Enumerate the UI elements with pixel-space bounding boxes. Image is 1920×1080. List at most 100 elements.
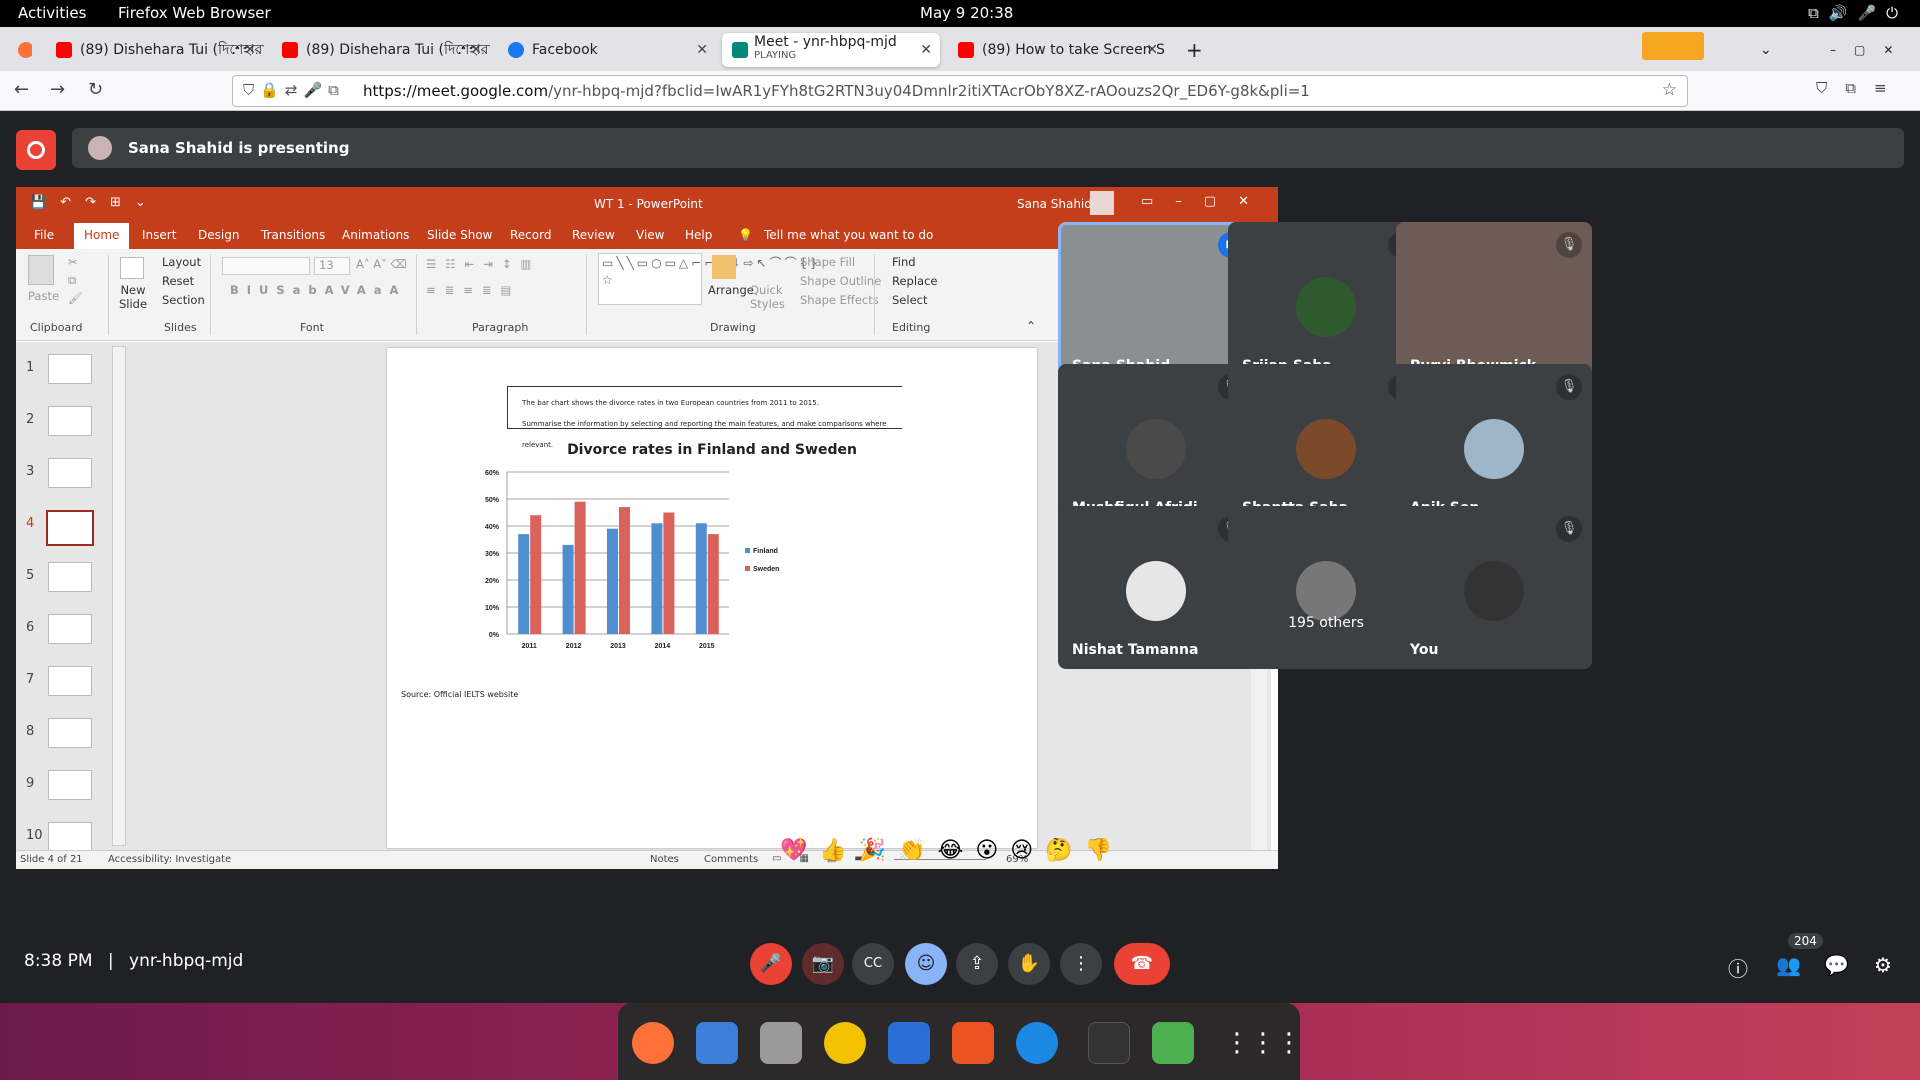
back-icon[interactable]: ← [14, 79, 29, 100]
reaction-emoji[interactable]: 👍 [819, 838, 858, 863]
participant-tile[interactable]: 🎙Nishat Tamanna [1058, 506, 1254, 669]
bookmark-star-icon[interactable]: ☆ [1662, 80, 1677, 100]
participant-tile[interactable]: 🎙Srijan Saha [1228, 222, 1424, 385]
reaction-emoji[interactable]: 😮 [975, 838, 1010, 863]
shape-effects-button[interactable]: Shape Effects [800, 293, 879, 307]
browser-tab[interactable]: Facebook ✕ [498, 33, 716, 67]
font-name-box[interactable] [222, 257, 310, 275]
activities-icon[interactable]: ⚙ [1874, 953, 1892, 977]
url-security-icons[interactable]: ⛉🔒⇄🎤⧉ [243, 81, 345, 99]
replace-button[interactable]: Replace [892, 274, 938, 288]
slide-thumbnail[interactable] [48, 718, 92, 748]
activities-button[interactable]: Activities [18, 4, 86, 22]
user-avatar[interactable] [1090, 191, 1114, 215]
tab-transitions[interactable]: Transitions [261, 228, 325, 242]
reaction-emoji[interactable]: 🎉 [859, 838, 898, 863]
slide-thumbnail[interactable] [48, 458, 92, 488]
sharing-indicator[interactable] [1642, 32, 1704, 60]
help-icon[interactable] [1016, 1022, 1058, 1064]
raise-hand-button[interactable]: ✋ [1008, 943, 1050, 985]
participant-tile[interactable]: 195 others [1228, 506, 1424, 669]
reset-button[interactable]: Reset [162, 274, 194, 288]
close-tab-icon[interactable]: ✕ [1146, 42, 1158, 58]
files-icon[interactable] [760, 1022, 802, 1064]
reaction-emoji[interactable]: 😢 [1010, 838, 1045, 863]
browser-tab-active[interactable]: Meet - ynr-hbpq-mjd PLAYING ✕ [722, 33, 940, 67]
participant-tile[interactable]: 🎙Shantta Saha [1228, 364, 1424, 527]
font-size-box[interactable]: 13 [314, 257, 350, 275]
font-grow-shrink-icons[interactable]: A˄ A˅ ⌫ [356, 257, 407, 271]
find-button[interactable]: Find [892, 255, 916, 269]
show-apps-icon[interactable]: ⋮⋮⋮ [1224, 1022, 1302, 1064]
tab-help[interactable]: Help [685, 228, 712, 242]
browser-tab[interactable]: (89) How to take Screen S ✕ [948, 33, 1166, 67]
tab-slide-show[interactable]: Slide Show [427, 228, 492, 242]
shape-outline-button[interactable]: Shape Outline [800, 274, 881, 288]
tab-record[interactable]: Record [510, 228, 551, 242]
reaction-emoji[interactable]: 💖 [780, 838, 819, 863]
shapes-gallery[interactable]: ▭╲╲▭○▭△⌐⌐⇨⇩⇨↖⌒⌒{}☆ [598, 253, 818, 305]
section-button[interactable]: Section [162, 293, 205, 307]
select-button[interactable]: Select [892, 293, 927, 307]
firefox-icon[interactable] [632, 1022, 674, 1064]
arrange-button[interactable]: Arrange [708, 283, 754, 297]
slide-thumbnail[interactable] [48, 822, 92, 852]
participant-tile[interactable]: 🎙Anik Sen [1396, 364, 1592, 527]
new-slide-icon[interactable] [120, 257, 144, 279]
slide-thumbnail[interactable] [48, 562, 92, 592]
tab-file[interactable]: File [34, 228, 54, 242]
participant-tile[interactable]: 🎙Mushfiqul Afridi [1058, 364, 1254, 527]
reaction-emoji[interactable]: 🤔 [1045, 838, 1084, 863]
shape-fill-button[interactable]: Shape Fill [800, 255, 855, 269]
terminal-icon[interactable] [1088, 1022, 1130, 1064]
paste-button[interactable]: Paste [28, 289, 59, 303]
tab-review[interactable]: Review [572, 228, 615, 242]
list-indent-icons[interactable]: ☰☷⇤⇥↕▥ [426, 257, 540, 271]
toolbar-icons[interactable]: ⛉⧉≡ [1816, 79, 1905, 97]
present-now-button[interactable]: ⇪ [956, 943, 998, 985]
browser-tab[interactable]: (89) Dishehara Tui (দিশেহারা ✕ [272, 33, 490, 67]
clock[interactable]: May 9 20:38 [920, 4, 1013, 22]
tab-design[interactable]: Design [198, 228, 239, 242]
writer-icon[interactable] [888, 1022, 930, 1064]
reaction-emoji[interactable]: 😂 [938, 838, 976, 863]
meeting-details-icon[interactable]: ⓘ [1728, 953, 1748, 982]
trash-icon[interactable] [1152, 1022, 1194, 1064]
clipboard-icons[interactable]: ✂ ⧉ 🖌 [68, 253, 83, 307]
tell-me-search[interactable]: Tell me what you want to do [764, 228, 933, 242]
software-center-icon[interactable] [952, 1022, 994, 1064]
thunderbird-icon[interactable] [696, 1022, 738, 1064]
slide-thumbnail[interactable] [48, 770, 92, 800]
tab-insert[interactable]: Insert [142, 228, 176, 242]
more-options-button[interactable]: ⋮ [1060, 943, 1102, 985]
camera-off-button[interactable]: 📷 [802, 943, 844, 985]
accessibility-status[interactable]: Accessibility: Investigate [108, 854, 231, 865]
notes-button[interactable]: Notes [650, 854, 679, 865]
chat-icon[interactable]: 💬 [1824, 953, 1849, 977]
slide-thumbnail[interactable] [48, 354, 92, 384]
layout-button[interactable]: Layout [162, 255, 201, 269]
reaction-emoji[interactable]: 👏 [898, 838, 937, 863]
close-tab-icon[interactable]: ✕ [470, 42, 482, 58]
emoji-reaction-button[interactable]: ☺ [905, 943, 947, 985]
align-icons[interactable]: ≡≣≡≣▤ [426, 283, 520, 297]
leave-call-button[interactable]: ☎ [1114, 943, 1170, 985]
people-icon[interactable]: 👥 [1776, 953, 1801, 977]
mic-muted-button[interactable]: 🎤 [750, 943, 792, 985]
quick-access-icons[interactable]: 💾↶↷⊞⌄ [30, 195, 160, 210]
participant-tile[interactable]: ▮▮Sana Shahid [1058, 222, 1254, 385]
participant-tile[interactable]: 🎙Purvi Bhowmick [1396, 222, 1592, 385]
rhythmbox-icon[interactable] [824, 1022, 866, 1064]
participant-tile[interactable]: 🎙 You [1396, 506, 1592, 669]
tab-animations[interactable]: Animations [342, 228, 409, 242]
browser-tab[interactable]: (89) Dishehara Tui (দিশেহারা ✕ [46, 33, 264, 67]
list-tabs-icon[interactable]: ⌄ [1750, 33, 1782, 67]
arrange-icon[interactable] [712, 255, 736, 279]
ppt-user-name[interactable]: Sana Shahid [1017, 197, 1092, 211]
slide-thumbnail[interactable] [48, 614, 92, 644]
collapse-ribbon-icon[interactable]: ⌃ [1026, 319, 1036, 333]
app-menu[interactable]: Firefox Web Browser [118, 4, 271, 22]
window-controls[interactable]: ▭–▢✕ [1141, 194, 1271, 209]
close-tab-icon[interactable]: ✕ [696, 42, 708, 58]
forward-icon[interactable]: → [50, 79, 65, 100]
